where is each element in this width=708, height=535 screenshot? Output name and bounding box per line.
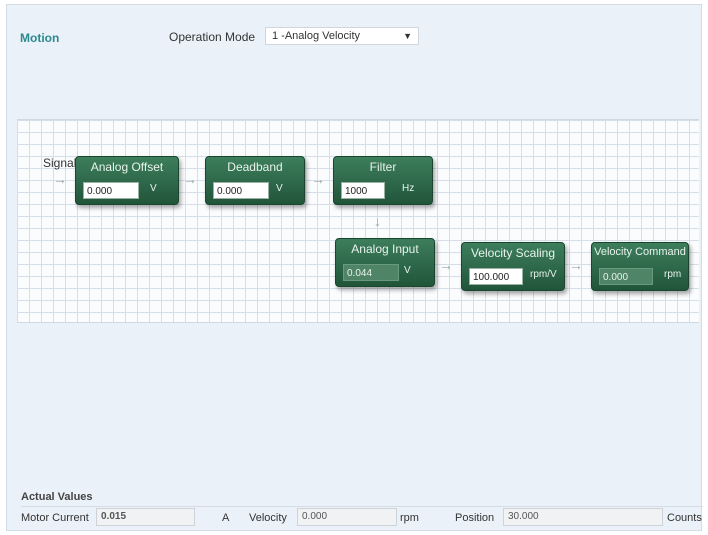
position-label: Position [455,512,495,524]
deadband-block: Deadband 0.000 V [205,156,305,205]
analog-input-unit: V [404,265,411,276]
deadband-title: Deadband [227,160,283,174]
analog-input-value: 0.044 [343,264,399,281]
velocity-scaling-title: Velocity Scaling [470,246,556,260]
position-field: 30.000 [503,508,663,526]
filter-unit: Hz [402,183,415,194]
signal-label: Signal [43,156,77,170]
deadband-input[interactable]: 0.000 [213,182,269,199]
page-title: Motion [20,31,60,45]
actual-values-title: Actual Values [21,491,93,503]
analog-offset-unit: V [150,183,157,194]
velocity-unit: rpm [400,512,419,524]
filter-block: Filter 1000 Hz [333,156,433,205]
divider [21,506,703,507]
actual-values-section: Actual Values Motor Current 0.015 A Velo… [17,491,703,531]
motor-current-label: Motor Current [21,512,89,524]
arrow-right-icon: → [183,171,197,187]
arrow-right-icon: → [569,257,583,273]
velocity-field: 0.000 [297,508,397,526]
signal-flow-diagram: Signal → Analog Offset 0.000 V → Deadban… [17,119,699,323]
arrow-right-icon: → [311,171,325,187]
chevron-down-icon: ▼ [403,31,412,41]
operation-mode-value: 1 -Analog Velocity [272,30,361,42]
velocity-scaling-block: Velocity Scaling 100.000 rpm/V [461,242,565,291]
velocity-command-block: Velocity Command 0.000 rpm [591,242,689,291]
deadband-unit: V [276,183,283,194]
arrow-down-icon: ↓ [374,213,381,229]
analog-offset-title: Analog Offset [90,160,164,174]
motor-current-field: 0.015 [96,508,195,526]
filter-title: Filter [369,160,397,174]
analog-input-title: Analog Input [351,242,419,256]
velocity-command-title: Velocity Command [594,246,686,258]
analog-offset-input[interactable]: 0.000 [83,182,139,199]
motion-panel: Motion Operation Mode 1 -Analog Velocity… [6,4,703,531]
position-unit: Counts [667,512,702,524]
velocity-label: Velocity [249,512,287,524]
velocity-command-unit: rpm [664,269,682,280]
analog-offset-block: Analog Offset 0.000 V [75,156,179,205]
arrow-right-icon: → [53,171,67,187]
operation-mode-label: Operation Mode [169,30,256,44]
filter-input[interactable]: 1000 [341,182,385,199]
velocity-scaling-unit: rpm/V [530,269,557,280]
velocity-command-value: 0.000 [599,268,653,285]
arrow-right-icon: → [439,257,453,273]
motor-current-unit: A [222,512,230,524]
velocity-scaling-input[interactable]: 100.000 [469,268,523,285]
operation-mode-select[interactable]: 1 -Analog Velocity ▼ [265,27,419,45]
analog-input-block: Analog Input 0.044 V [335,238,435,287]
